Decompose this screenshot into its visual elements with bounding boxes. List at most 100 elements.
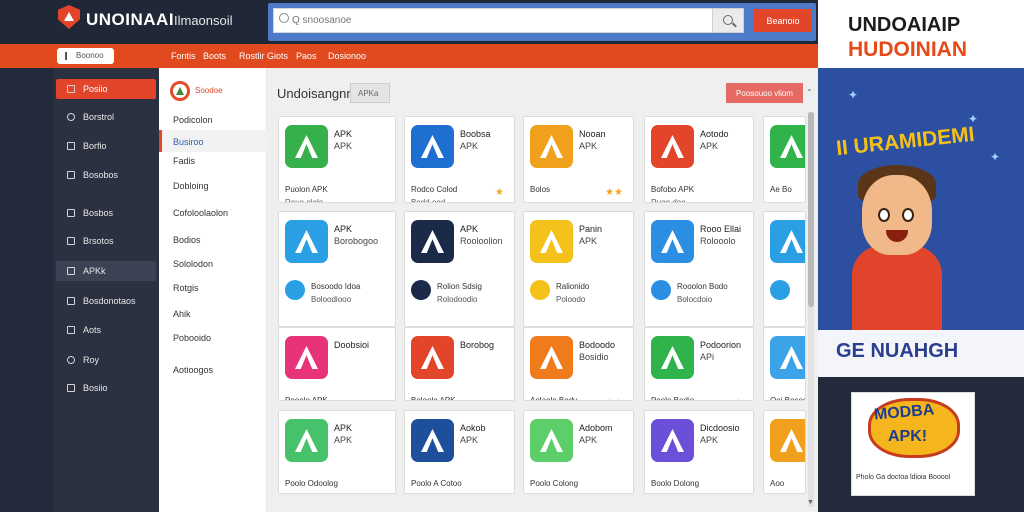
app-card[interactable]: AeAe Bo [763,116,806,203]
app-card[interactable]: Aokob APK Poolo A Cotoo [404,410,515,494]
view-all-button[interactable]: Poosouoo vliom [726,83,803,103]
sidebar-item[interactable]: Borfio [56,136,156,156]
header-action-button[interactable]: Beanoio [754,9,812,32]
app-card[interactable]: Dicdoosio APK Boolo Dolong [644,410,754,494]
scrollbar-thumb[interactable] [808,112,814,307]
nav-pill[interactable]: Boonoo [57,48,114,64]
app-secondary-icon[interactable] [411,280,431,300]
app-icon[interactable] [411,220,454,263]
sidebar-item[interactable]: APKk [56,261,156,281]
search-input-icon [279,13,289,23]
app-footer: Poolo A Cotoo [411,479,462,488]
search-button[interactable] [712,8,744,33]
app-card[interactable]: Borobog Boloolo APK [404,327,515,401]
app-icon[interactable] [770,125,805,168]
app-icon[interactable] [285,336,328,379]
character-face [862,175,932,255]
nav-link[interactable]: Rostlir Giots [239,51,288,61]
scroll-down-icon[interactable]: ▼ [807,499,814,506]
app-icon[interactable] [530,419,573,462]
app-card[interactable]: APK Rooloolion Rolion Sdsig Rolodoodio [404,211,515,327]
app-card[interactable]: APK APK Puolon APK Roue ololo [278,116,396,203]
app-icon[interactable] [285,419,328,462]
search-input[interactable] [273,8,713,33]
app-secondary-icon[interactable] [651,280,671,300]
scroll-up-icon[interactable]: ⌃ [806,88,813,97]
app-icon[interactable] [411,419,454,462]
nav-link[interactable]: Dosionoo [328,51,366,61]
app-footer: Puolon APK [285,185,328,194]
app-icon[interactable] [285,220,328,263]
avatar[interactable] [170,81,190,101]
folder-icon [67,297,75,305]
app-name: APK [334,129,353,139]
brand-title[interactable]: UNOINAAI [86,10,174,30]
app-icon[interactable] [530,220,573,263]
app-card[interactable]: Ooi Bosoo [763,327,806,401]
app-icon[interactable] [530,125,573,168]
app-icon[interactable] [651,125,694,168]
app-icon[interactable] [770,220,805,263]
app-icon[interactable] [651,220,694,263]
app-icon[interactable] [770,419,805,462]
app-icon[interactable] [651,336,694,379]
app-type: APK [579,141,598,151]
app-icon[interactable] [651,419,694,462]
filter-chip[interactable]: APKa [350,83,390,103]
app-card[interactable]: Panin APK Ralionido Poloodo [523,211,634,327]
app-type: APK [334,435,353,445]
category-item[interactable]: Bodios [173,235,201,245]
app-icon[interactable] [411,125,454,168]
sidebar-item[interactable]: Posiio [56,79,156,99]
app-icon[interactable] [530,336,573,379]
app-footer-sub: Ruoo doo [651,198,686,203]
nav-link[interactable]: Boots [203,51,226,61]
app-secondary-icon[interactable] [530,280,550,300]
sidebar-item[interactable]: Bosbos [56,203,156,223]
category-item[interactable]: Cofoloolaolon [173,208,228,218]
category-item[interactable]: Aotioogos [173,365,213,375]
sidebar-item[interactable]: Aots [56,320,156,340]
search-icon [67,356,75,364]
app-name: Bodoodo [579,340,616,350]
category-item[interactable]: Pobooido [173,333,211,343]
app-card[interactable]: Aoo [763,410,806,494]
app-card[interactable]: Boobsa APK Rodco Colod Bodd ood ★ [404,116,515,203]
sidebar-item[interactable]: Bosdonotaos [56,291,156,311]
category-item[interactable]: Podicolon [173,115,213,125]
sidebar-item[interactable]: Brsotos [56,231,156,251]
app-card[interactable]: Podoorion APi Poolo Bodio ★ [644,327,754,401]
app-icon[interactable] [411,336,454,379]
sidebar-item[interactable]: Roy [56,350,156,370]
app-card[interactable] [763,211,806,327]
nav-link[interactable]: Fontis [171,51,196,61]
app-icon[interactable] [770,336,805,379]
app-footer: Poolo Colong [530,479,579,488]
category-item[interactable]: Ahik [173,309,191,319]
app-card[interactable]: Bodoodo Bosidio Aolaolo Body ★★ [523,327,634,401]
app-card[interactable]: APK APK Poolo Odoolog [278,410,396,494]
promo-title-line2: APK! [888,428,928,445]
category-item[interactable]: Dobloing [173,181,209,191]
app-card[interactable]: Nooan APK Bolos ★★ [523,116,634,203]
category-item[interactable]: Rotgis [173,283,199,293]
nav-link[interactable]: Paos [296,51,317,61]
app-card[interactable]: APK Borobogoo Bosoodo Idoa Boloodiooo [278,211,396,327]
category-item[interactable]: Fadis [173,156,195,166]
sidebar-item[interactable]: Borstrol [56,107,156,127]
app-card[interactable]: Adobom APK Poolo Colong [523,410,634,494]
page-title: Undoisangnn [277,86,354,101]
category-item[interactable]: Busiroo [173,137,204,147]
app-footer-sub: Bodd ood [411,198,446,203]
app-card[interactable]: Doobsioi Pooolo APK [278,327,396,401]
category-item[interactable]: Sololodon [173,259,213,269]
app-icon[interactable] [285,125,328,168]
app-secondary-icon[interactable] [285,280,305,300]
app-card[interactable]: Rooo Ellai Rolooolo Rooolon Bodo Bolocdoio [644,211,754,327]
app-name: Nooan [579,129,606,139]
sidebar-item[interactable]: Bosobos [56,165,156,185]
app-footer-sub: Poloodo [556,295,586,304]
sidebar-item[interactable]: Bosiio [56,378,156,398]
app-card[interactable]: Aotodo APK Bofobo APK Ruoo doo [644,116,754,203]
app-secondary-icon[interactable] [770,280,790,300]
